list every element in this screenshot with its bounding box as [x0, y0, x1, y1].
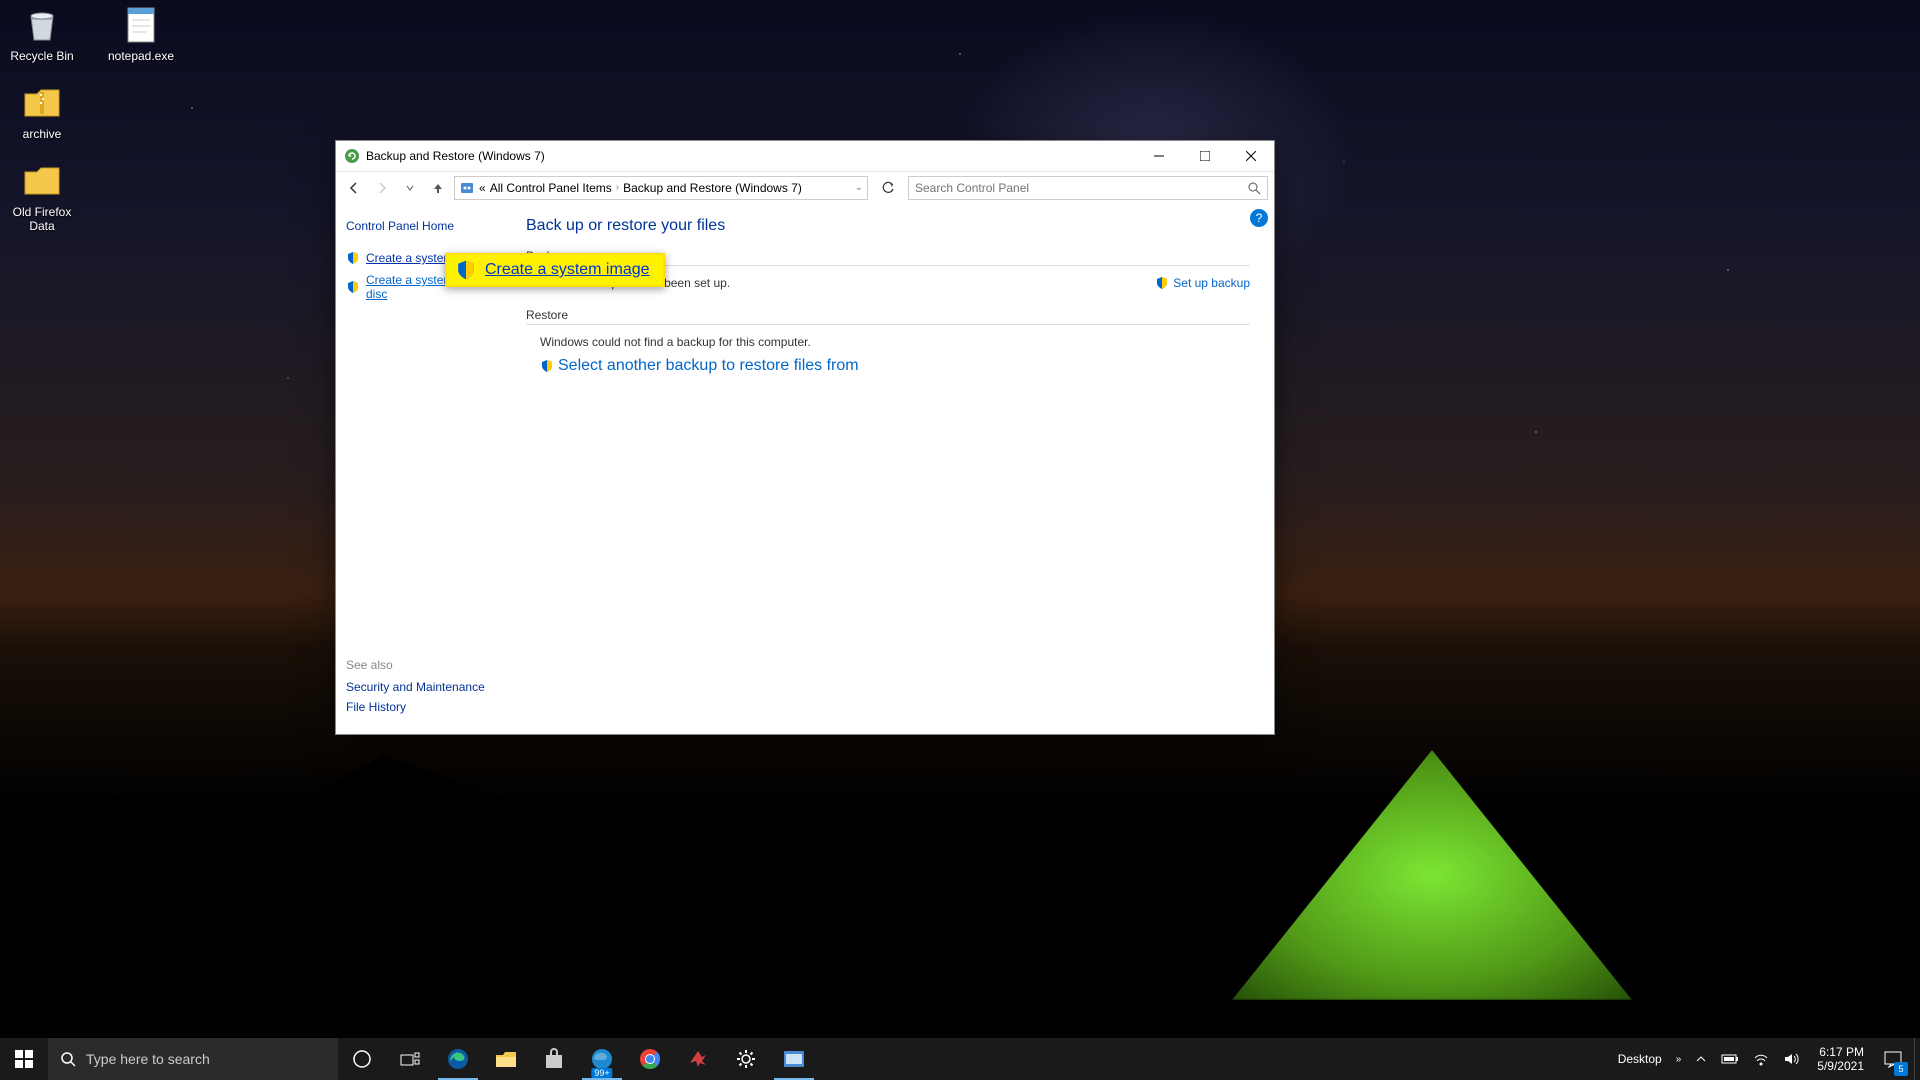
- notification-count: 5: [1894, 1062, 1908, 1076]
- app-icon: [688, 1049, 708, 1069]
- breadcrumb-prefix[interactable]: «: [479, 181, 486, 195]
- restore-section-label: Restore: [526, 308, 1250, 324]
- maximize-button[interactable]: [1182, 141, 1228, 171]
- up-button[interactable]: [426, 176, 450, 200]
- action-center-button[interactable]: 5: [1872, 1038, 1914, 1080]
- set-up-backup-label: Set up backup: [1173, 276, 1250, 290]
- tray-battery-icon[interactable]: [1721, 1053, 1739, 1065]
- store-icon: [543, 1048, 565, 1070]
- backup-restore-window: Backup and Restore (Windows 7) « All Con…: [335, 140, 1275, 735]
- refresh-button[interactable]: [876, 176, 900, 200]
- desktop-icon-label: archive: [23, 127, 62, 141]
- folder-icon: [22, 161, 62, 201]
- shield-icon: [346, 280, 360, 294]
- address-bar[interactable]: « All Control Panel Items › Backup and R…: [454, 176, 868, 200]
- show-desktop-button[interactable]: [1914, 1038, 1920, 1080]
- system-tray: Desktop »: [1608, 1052, 1810, 1066]
- window-title: Backup and Restore (Windows 7): [366, 149, 1136, 163]
- ie-badge: 99+: [591, 1068, 612, 1078]
- chevron-right-icon[interactable]: ›: [616, 182, 619, 193]
- taskbar-app-ie[interactable]: 99+: [578, 1038, 626, 1080]
- search-input[interactable]: [915, 181, 1247, 195]
- select-another-backup-label: Select another backup to restore files f…: [558, 357, 859, 375]
- control-panel-icon: [459, 180, 475, 196]
- back-button[interactable]: [342, 176, 366, 200]
- recent-dropdown[interactable]: [398, 176, 422, 200]
- desktop-icon-label: Old Firefox Data: [5, 205, 79, 233]
- breadcrumb-item[interactable]: All Control Panel Items: [490, 181, 612, 195]
- folder-zip-icon: [22, 83, 62, 123]
- callout-text: Create a system image: [485, 261, 650, 279]
- security-maintenance-link[interactable]: Security and Maintenance: [346, 680, 485, 694]
- search-icon: [1247, 181, 1261, 195]
- tray-volume-icon[interactable]: [1783, 1052, 1799, 1066]
- folder-icon: [494, 1049, 518, 1069]
- start-button[interactable]: [0, 1038, 48, 1080]
- desktop-icon-label: notepad.exe: [108, 49, 174, 63]
- taskbar-app-control-panel[interactable]: [770, 1038, 818, 1080]
- taskbar-app-settings[interactable]: [722, 1038, 770, 1080]
- taskbar-search[interactable]: Type here to search: [48, 1038, 338, 1080]
- desktop-icon-recycle-bin[interactable]: Recycle Bin: [5, 5, 79, 63]
- task-view-button[interactable]: [386, 1038, 434, 1080]
- control-panel-home-link[interactable]: Control Panel Home: [346, 219, 506, 233]
- cortana-button[interactable]: [338, 1038, 386, 1080]
- tray-overflow-icon[interactable]: »: [1676, 1054, 1682, 1065]
- chrome-icon: [639, 1048, 661, 1070]
- forward-button[interactable]: [370, 176, 394, 200]
- highlight-callout[interactable]: Create a system image: [445, 253, 665, 287]
- clock-time: 6:17 PM: [1817, 1045, 1864, 1059]
- taskbar-app-store[interactable]: [530, 1038, 578, 1080]
- desktop-icon-archive[interactable]: archive: [5, 83, 79, 141]
- select-another-backup-link[interactable]: Select another backup to restore files f…: [540, 357, 1250, 375]
- edge-icon: [446, 1047, 470, 1071]
- desktop-icon-notepad[interactable]: notepad.exe: [104, 5, 178, 63]
- tray-desktop-label[interactable]: Desktop: [1618, 1052, 1662, 1066]
- recycle-bin-icon: [22, 5, 62, 45]
- tray-chevron-up-icon[interactable]: [1695, 1053, 1707, 1065]
- control-panel-icon: [783, 1050, 805, 1068]
- tray-wifi-icon[interactable]: [1753, 1052, 1769, 1066]
- breadcrumb-item[interactable]: Backup and Restore (Windows 7): [623, 181, 802, 195]
- desktop-icon-label: Recycle Bin: [10, 49, 73, 63]
- clock-date: 5/9/2021: [1817, 1059, 1864, 1073]
- taskbar-search-placeholder: Type here to search: [86, 1051, 210, 1067]
- windows-logo-icon: [15, 1050, 33, 1068]
- file-history-link[interactable]: File History: [346, 700, 485, 714]
- shield-icon: [540, 359, 554, 373]
- chevron-down-icon[interactable]: ⌄: [855, 182, 863, 193]
- help-button[interactable]: ?: [1250, 209, 1268, 227]
- shield-icon: [1155, 276, 1169, 290]
- search-icon: [60, 1051, 76, 1067]
- desktop-icon-old-firefox[interactable]: Old Firefox Data: [5, 161, 79, 233]
- taskbar-app-edge[interactable]: [434, 1038, 482, 1080]
- navigation-bar: « All Control Panel Items › Backup and R…: [336, 171, 1274, 203]
- backup-icon: [344, 148, 360, 164]
- page-heading: Back up or restore your files: [526, 217, 1250, 235]
- restore-status-message: Windows could not find a backup for this…: [540, 335, 1250, 349]
- shield-icon: [455, 259, 477, 281]
- window-titlebar[interactable]: Backup and Restore (Windows 7): [336, 141, 1274, 171]
- taskbar-app-explorer[interactable]: [482, 1038, 530, 1080]
- gear-icon: [735, 1048, 757, 1070]
- search-control-panel[interactable]: [908, 176, 1268, 200]
- see-also-label: See also: [346, 658, 485, 672]
- taskbar-app-unknown-red[interactable]: [674, 1038, 722, 1080]
- close-button[interactable]: [1228, 141, 1274, 171]
- shield-icon: [346, 251, 360, 265]
- set-up-backup-link[interactable]: Set up backup: [1155, 276, 1250, 290]
- desktop-icons-area: Recycle Bin notepad.exe archive Old Fire…: [5, 5, 178, 253]
- notepad-icon: [121, 5, 161, 45]
- minimize-button[interactable]: [1136, 141, 1182, 171]
- taskbar: Type here to search 99+ Desktop » 6:17 P…: [0, 1038, 1920, 1080]
- taskbar-app-chrome[interactable]: [626, 1038, 674, 1080]
- taskbar-clock[interactable]: 6:17 PM 5/9/2021: [1809, 1045, 1872, 1074]
